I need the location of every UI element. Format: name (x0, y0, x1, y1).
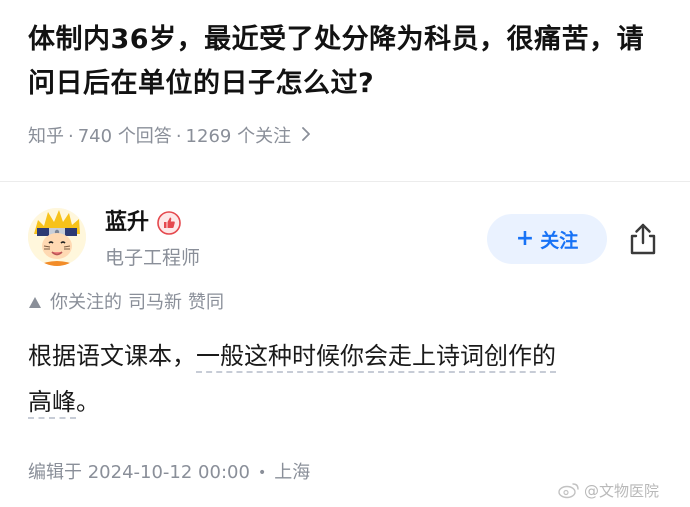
answer-text-highlight: 一般这种时候你会走上诗词创作的 (196, 342, 556, 373)
upvote-triangle-icon (29, 297, 41, 308)
zhihu-answer-page: 体制内36岁，最近受了处分降为科员，很痛苦，请问日后在单位的日子怎么过? 知乎 … (0, 0, 690, 507)
divider (0, 181, 690, 182)
meta-separator: · (175, 126, 182, 147)
author-title: 电子工程师 (105, 247, 201, 269)
source-label: 知乎 (28, 126, 64, 147)
chevron-right-icon[interactable] (301, 124, 311, 150)
question-title[interactable]: 体制内36岁，最近受了处分降为科员，很痛苦，请问日后在单位的日子怎么过? (28, 18, 668, 106)
edit-timestamp: 编辑于 2024-10-12 00:00 (28, 462, 250, 483)
answer-count: 740 个回答 (77, 126, 172, 147)
watermark-text: @文物医院 (584, 481, 660, 500)
upvote-prefix: 你关注的 (50, 292, 122, 313)
upvote-user[interactable]: 司马新 (128, 289, 182, 317)
answer-content[interactable]: 根据语文课本，一般这种时候你会走上诗词创作的高峰。 (28, 333, 668, 425)
watermark: @文物医院 (558, 478, 659, 502)
weibo-logo-icon (558, 483, 579, 499)
follow-label: 关注 (540, 229, 579, 252)
question-meta[interactable]: 知乎 · 740 个回答 · 1269 个关注 (28, 124, 311, 150)
answer-text-part: 。 (76, 388, 100, 416)
follow-button[interactable]: + 关注 (487, 214, 607, 264)
meta-separator: · (68, 126, 74, 147)
edit-location: 上海 (274, 462, 311, 483)
avatar[interactable] (28, 208, 86, 266)
author-name[interactable]: 蓝升 (105, 207, 149, 239)
answer-text-part: 根据语文课本， (28, 342, 196, 370)
answer-text-highlight: 高峰 (28, 388, 76, 419)
author-name-row: 蓝升 (105, 207, 181, 239)
upvote-action: 赞同 (188, 292, 224, 313)
upvote-note: 你关注的 司马新 赞同 (28, 289, 224, 317)
edit-info: 编辑于 2024-10-12 00:00 • 上海 (28, 458, 310, 488)
footer-dot: • (257, 465, 267, 481)
follower-count: 1269 个关注 (185, 126, 292, 147)
share-icon[interactable] (625, 221, 661, 257)
plus-icon: + (515, 226, 535, 251)
thumbs-up-badge-icon (157, 211, 181, 235)
